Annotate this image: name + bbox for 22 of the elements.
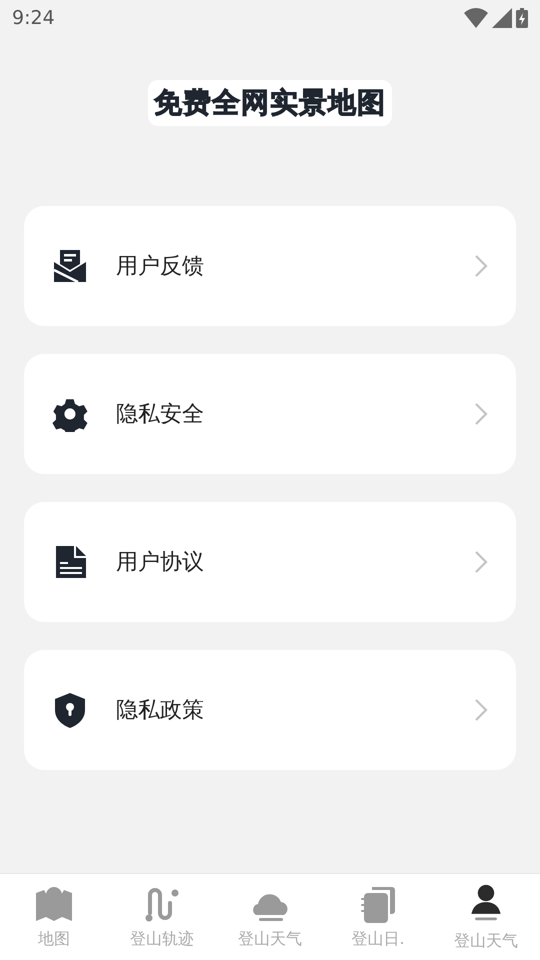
nav-tab[interactable]: 地图 [0,874,108,960]
shield-lock-icon [52,692,88,728]
menu-item[interactable]: 用户反馈 [24,206,516,326]
envelope-icon [52,248,88,284]
battery-icon [516,8,528,28]
menu-item[interactable]: 用户协议 [24,502,516,622]
nav-tab[interactable]: 登山日. [324,874,432,960]
menu-item[interactable]: 隐私安全 [24,354,516,474]
nav-tab[interactable]: 登山轨迹 [108,874,216,960]
chevron-right-icon [474,698,488,722]
nav-tab[interactable]: 登山天气 [216,874,324,960]
app-title: 免费全网实景地图 [148,80,392,126]
chevron-right-icon [474,550,488,574]
menu-item[interactable]: 隐私政策 [24,650,516,770]
gear-icon [52,396,88,432]
status-time: 9:24 [12,7,55,29]
chevron-right-icon [474,402,488,426]
chevron-right-icon [474,254,488,278]
notebook-icon [358,884,398,924]
signal-icon [492,8,512,28]
wifi-icon [464,8,488,28]
nav-tab[interactable]: 登山天气 [432,874,540,960]
